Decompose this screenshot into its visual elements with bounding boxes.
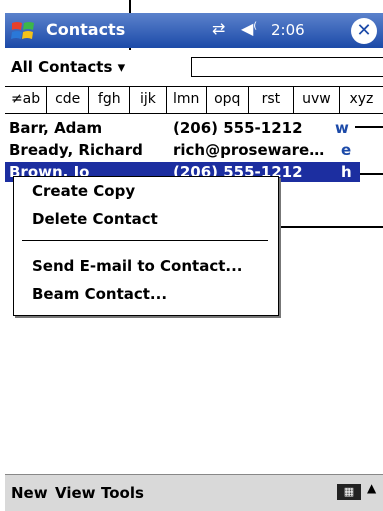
context-menu: Create Copy Delete Contact Send E-mail t… <box>13 176 279 316</box>
tab-lmn[interactable]: lmn <box>167 87 207 113</box>
menu-new[interactable]: New <box>11 484 48 502</box>
search-input[interactable] <box>191 57 383 77</box>
tab-ab[interactable]: ≠ab <box>5 87 48 113</box>
menu-bar: New View Tools ▦ ▲ <box>5 474 383 511</box>
filter-bar: All Contacts ▾ <box>5 50 383 84</box>
tab-opq[interactable]: opq <box>207 87 249 113</box>
contact-detail: (206) 555-1212 <box>173 119 303 137</box>
menu-item-create-copy[interactable]: Create Copy <box>32 182 135 200</box>
windows-start-icon[interactable] <box>10 19 36 43</box>
tab-rst[interactable]: rst <box>249 87 294 113</box>
menu-tools[interactable]: Tools <box>101 484 144 502</box>
menu-divider <box>22 240 268 241</box>
list-item[interactable]: Bready, Richard rich@proseware… e <box>5 140 383 160</box>
list-item[interactable]: Barr, Adam (206) 555-1212 w <box>5 118 383 138</box>
chevron-down-icon: ▾ <box>117 58 126 76</box>
tab-xyz[interactable]: xyz <box>340 87 383 113</box>
keyboard-icon[interactable]: ▦ <box>337 484 361 500</box>
contact-tag: w <box>335 119 349 137</box>
title-bar: Contacts ⇄ ◀⁽ 2:06 ✕ <box>5 13 383 48</box>
category-label: All Contacts <box>11 58 113 76</box>
up-arrow-icon[interactable]: ▲ <box>367 481 376 495</box>
category-filter[interactable]: All Contacts ▾ <box>11 58 125 76</box>
menu-item-send-email[interactable]: Send E-mail to Contact... <box>32 257 242 275</box>
tab-cde[interactable]: cde <box>47 87 90 113</box>
menu-view[interactable]: View <box>55 484 96 502</box>
tab-ijk[interactable]: ijk <box>130 87 167 113</box>
contact-tag: h <box>341 163 352 181</box>
tab-fgh[interactable]: fgh <box>89 87 131 113</box>
alpha-tabs: ≠ab cde fgh ijk lmn opq rst uvw xyz <box>5 86 383 114</box>
contact-name: Barr, Adam <box>9 119 103 137</box>
speaker-icon[interactable]: ◀⁽ <box>241 19 257 38</box>
connectivity-icon[interactable]: ⇄ <box>212 19 225 38</box>
menu-item-beam-contact[interactable]: Beam Contact... <box>32 285 167 303</box>
tab-uvw[interactable]: uvw <box>294 87 340 113</box>
app-title: Contacts <box>46 20 126 39</box>
close-button[interactable]: ✕ <box>351 18 377 44</box>
menu-item-delete-contact[interactable]: Delete Contact <box>32 210 158 228</box>
contact-tag: e <box>341 141 352 159</box>
contact-name: Bready, Richard <box>9 141 143 159</box>
contact-detail: rich@proseware… <box>173 141 325 159</box>
clock[interactable]: 2:06 <box>271 21 305 39</box>
